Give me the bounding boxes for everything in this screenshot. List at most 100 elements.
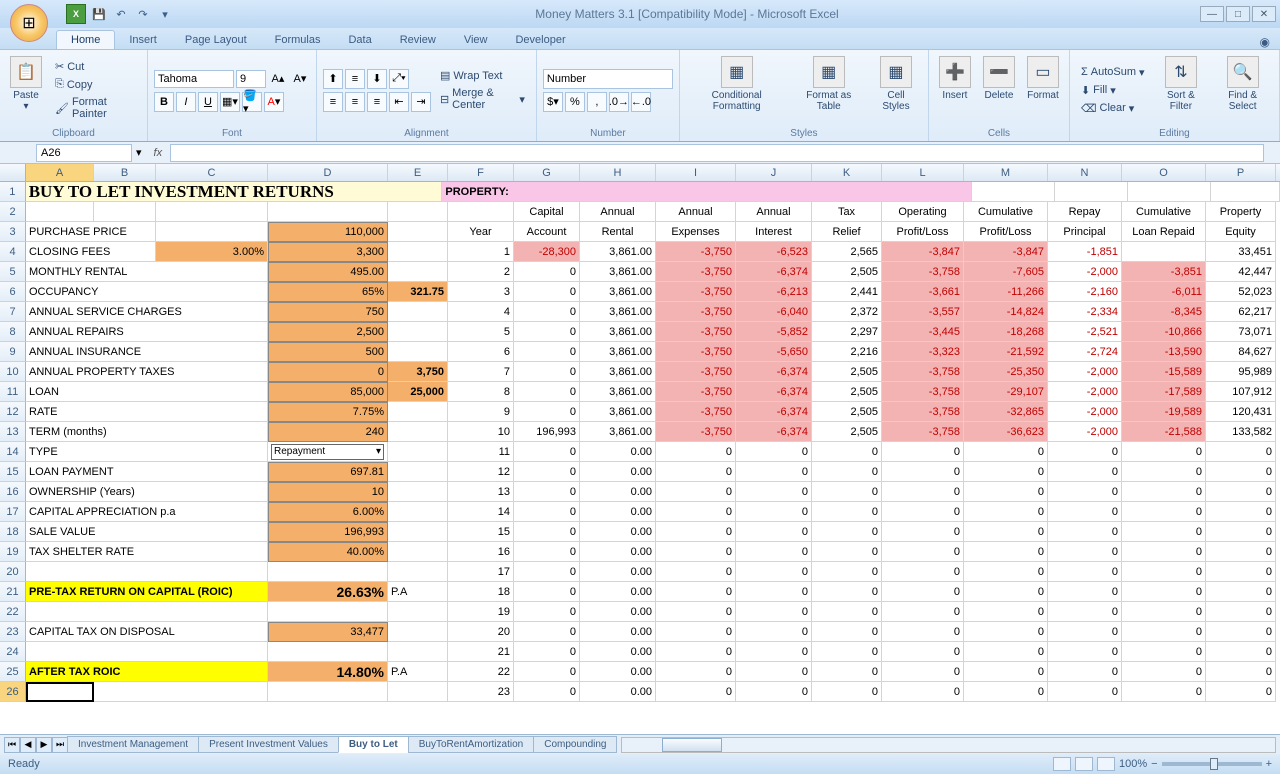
data-cell[interactable]: 84,627 xyxy=(1206,342,1276,362)
sheet-tab-present-values[interactable]: Present Investment Values xyxy=(198,736,339,753)
column-header-C[interactable]: C xyxy=(156,164,268,181)
conditional-formatting-button[interactable]: ▦Conditional Formatting xyxy=(686,54,788,126)
input-value[interactable]: 40.00% xyxy=(268,542,388,562)
cell[interactable]: Cumulative xyxy=(964,202,1048,222)
data-cell[interactable]: 2,505 xyxy=(812,262,882,282)
align-top-icon[interactable]: ⬆ xyxy=(323,69,343,89)
data-cell[interactable]: 0 xyxy=(1206,562,1276,582)
cell[interactable] xyxy=(388,462,448,482)
data-cell[interactable]: 42,447 xyxy=(1206,262,1276,282)
data-cell[interactable]: 0 xyxy=(514,462,580,482)
data-cell[interactable]: -25,350 xyxy=(964,362,1048,382)
sheet-nav-last-icon[interactable]: ⏭ xyxy=(52,737,68,753)
sheet-tab-compounding[interactable]: Compounding xyxy=(533,736,617,753)
data-cell[interactable]: 196,993 xyxy=(514,422,580,442)
data-cell[interactable]: -2,160 xyxy=(1048,282,1122,302)
row-header[interactable]: 26 xyxy=(0,682,26,702)
tab-view[interactable]: View xyxy=(450,31,502,49)
align-middle-icon[interactable]: ≡ xyxy=(345,69,365,89)
cell[interactable] xyxy=(388,602,448,622)
input-label[interactable]: RATE xyxy=(26,402,268,422)
data-cell[interactable]: 0 xyxy=(1122,542,1206,562)
input-label[interactable]: ANNUAL SERVICE CHARGES xyxy=(26,302,268,322)
data-cell[interactable]: 0 xyxy=(656,622,736,642)
data-cell[interactable]: 0 xyxy=(1206,482,1276,502)
data-cell[interactable]: 0.00 xyxy=(580,682,656,702)
format-as-table-button[interactable]: ▦Format as Table xyxy=(791,54,866,126)
data-cell[interactable]: 33,451 xyxy=(1206,242,1276,262)
data-cell[interactable]: 0 xyxy=(514,482,580,502)
sheet-tab-amortization[interactable]: BuyToRentAmortization xyxy=(408,736,535,753)
data-cell[interactable]: 0 xyxy=(1122,602,1206,622)
comma-icon[interactable]: , xyxy=(587,92,607,112)
data-cell[interactable]: 3,861.00 xyxy=(580,422,656,442)
property-header[interactable]: PROPERTY: xyxy=(442,182,971,202)
cell[interactable] xyxy=(1055,182,1128,202)
cell[interactable]: Capital xyxy=(514,202,580,222)
data-cell[interactable]: -3,750 xyxy=(656,342,736,362)
cell[interactable] xyxy=(156,202,268,222)
data-cell[interactable]: -3,758 xyxy=(882,382,964,402)
cell[interactable] xyxy=(268,682,388,702)
input-label[interactable]: SALE VALUE xyxy=(26,522,268,542)
delete-cells-button[interactable]: ➖Delete xyxy=(979,54,1019,126)
row-header[interactable]: 14 xyxy=(0,442,26,462)
data-cell[interactable]: 1 xyxy=(448,242,514,262)
data-cell[interactable]: 0.00 xyxy=(580,522,656,542)
data-cell[interactable]: 0 xyxy=(514,402,580,422)
data-cell[interactable]: 0 xyxy=(812,642,882,662)
row-header[interactable]: 5 xyxy=(0,262,26,282)
column-header-I[interactable]: I xyxy=(656,164,736,181)
select-all-corner[interactable] xyxy=(0,164,26,181)
cell[interactable]: Expenses xyxy=(656,222,736,242)
column-header-A[interactable]: A xyxy=(26,164,94,181)
data-cell[interactable]: 0 xyxy=(514,522,580,542)
redo-icon[interactable]: ↷ xyxy=(134,5,152,23)
data-cell[interactable]: 0 xyxy=(1048,602,1122,622)
autosum-button[interactable]: Σ AutoSum ▾ xyxy=(1076,64,1150,81)
data-cell[interactable]: 0.00 xyxy=(580,562,656,582)
data-cell[interactable]: -5,852 xyxy=(736,322,812,342)
cell[interactable] xyxy=(972,182,1055,202)
row-header[interactable]: 8 xyxy=(0,322,26,342)
data-cell[interactable]: 0 xyxy=(736,662,812,682)
tab-data[interactable]: Data xyxy=(334,31,385,49)
input-value[interactable]: 240 xyxy=(268,422,388,442)
decrease-decimal-icon[interactable]: ←.0 xyxy=(631,92,651,112)
data-cell[interactable]: -28,300 xyxy=(514,242,580,262)
data-cell[interactable]: 0 xyxy=(736,442,812,462)
data-cell[interactable]: 20 xyxy=(448,622,514,642)
data-cell[interactable]: 0 xyxy=(882,662,964,682)
data-cell[interactable]: 15 xyxy=(448,522,514,542)
data-cell[interactable]: 0 xyxy=(882,642,964,662)
input-aux[interactable]: 25,000 xyxy=(388,382,448,402)
data-cell[interactable]: 10 xyxy=(448,422,514,442)
data-cell[interactable]: 2 xyxy=(448,262,514,282)
row-header[interactable]: 13 xyxy=(0,422,26,442)
input-label[interactable]: LOAN PAYMENT xyxy=(26,462,268,482)
data-cell[interactable]: 0 xyxy=(1206,582,1276,602)
data-cell[interactable]: 0 xyxy=(656,462,736,482)
cell[interactable]: Cumulative xyxy=(1122,202,1206,222)
format-painter-button[interactable]: 🖌 Format Painter xyxy=(50,94,141,122)
data-cell[interactable]: 3,861.00 xyxy=(580,342,656,362)
row-header[interactable]: 18 xyxy=(0,522,26,542)
data-cell[interactable]: -2,000 xyxy=(1048,422,1122,442)
data-cell[interactable]: 0 xyxy=(514,302,580,322)
data-cell[interactable]: 2,216 xyxy=(812,342,882,362)
zoom-in-icon[interactable]: + xyxy=(1266,758,1272,770)
cell[interactable] xyxy=(94,202,156,222)
data-cell[interactable]: 0 xyxy=(1048,682,1122,702)
tab-home[interactable]: Home xyxy=(56,30,115,49)
fx-icon[interactable]: fx xyxy=(154,147,163,159)
input-aux[interactable] xyxy=(388,402,448,422)
data-cell[interactable]: 0 xyxy=(514,682,580,702)
data-cell[interactable]: 0 xyxy=(1122,442,1206,462)
data-cell[interactable]: 0 xyxy=(736,582,812,602)
row-header[interactable]: 19 xyxy=(0,542,26,562)
data-cell[interactable]: 22 xyxy=(448,662,514,682)
data-cell[interactable]: 0 xyxy=(514,602,580,622)
data-cell[interactable]: 0 xyxy=(514,502,580,522)
data-cell[interactable]: 0 xyxy=(1206,522,1276,542)
input-value[interactable]: 110,000 xyxy=(268,222,388,242)
